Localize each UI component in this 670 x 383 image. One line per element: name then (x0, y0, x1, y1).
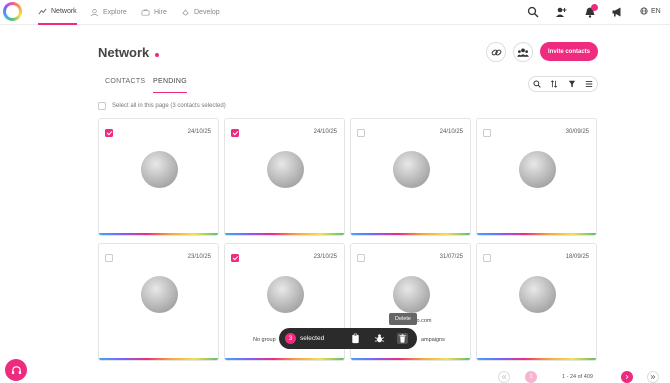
card-date: 23/10/25 (313, 254, 337, 260)
group-icon (517, 47, 529, 57)
chevron-right-icon (625, 374, 629, 380)
card-gradient-stripe (225, 358, 344, 360)
explore-icon (90, 8, 99, 17)
toolbar-search-button[interactable] (529, 76, 545, 92)
language-label: EN (651, 7, 661, 15)
card-gradient-stripe (477, 233, 596, 235)
avatar (141, 151, 178, 188)
top-navigation-bar: Network Explore Hire Develop EN (0, 0, 670, 25)
pagination-range: 1 - 24 of 409 (562, 374, 593, 380)
card-gradient-stripe (351, 233, 470, 235)
contact-card[interactable]: 30/09/25 (476, 118, 597, 236)
contact-card[interactable]: 23/10/25 (98, 243, 219, 361)
sort-icon (550, 80, 558, 88)
bug-icon[interactable] (374, 333, 385, 344)
nav-item-label: Network (51, 8, 77, 15)
double-chevron-right-icon (650, 374, 656, 380)
contact-card[interactable]: 24/10/25 (98, 118, 219, 236)
filter-icon (568, 80, 576, 88)
app-logo[interactable] (3, 2, 22, 21)
selected-label: selected (300, 335, 325, 342)
nav-item-hire[interactable]: Hire (141, 0, 167, 25)
nav-item-label: Hire (154, 9, 167, 16)
card-gradient-stripe (99, 358, 218, 360)
tab-pending[interactable]: PENDING (153, 78, 187, 93)
page-title: Network (98, 45, 150, 60)
card-gradient-stripe (225, 233, 344, 235)
megaphone-icon[interactable] (611, 6, 623, 18)
select-all-row[interactable]: Select all in this page (3 contacts sele… (98, 102, 226, 110)
list-icon (585, 81, 593, 87)
nav-item-label: Explore (103, 9, 127, 16)
add-user-icon[interactable] (555, 6, 567, 18)
card-date: 23/10/25 (187, 254, 211, 260)
contact-card[interactable]: 18/09/25 (476, 243, 597, 361)
headset-icon (11, 365, 21, 374)
select-all-checkbox[interactable] (98, 102, 106, 110)
clipboard-icon[interactable] (350, 333, 361, 344)
notification-dot (591, 4, 598, 11)
link-icon (491, 49, 501, 55)
card-gradient-stripe (351, 358, 470, 360)
card-checkbox[interactable] (483, 129, 491, 137)
card-campaign-label: ampaigns (421, 337, 445, 343)
nav-item-label: Develop (194, 9, 220, 16)
card-date: 24/10/25 (313, 129, 337, 135)
avatar (519, 151, 556, 188)
card-date: 24/10/25 (439, 129, 463, 135)
card-checkbox[interactable] (483, 254, 491, 262)
network-icon (38, 8, 47, 15)
tab-contacts[interactable]: CONTACTS (105, 78, 145, 93)
card-date: 18/09/25 (565, 254, 589, 260)
trash-icon[interactable] (397, 333, 408, 344)
card-checkbox[interactable] (231, 254, 239, 262)
avatar (267, 151, 304, 188)
card-checkbox[interactable] (231, 129, 239, 137)
card-date: 31/07/25 (439, 254, 463, 260)
contact-card[interactable]: 24/10/25 (224, 118, 345, 236)
card-gradient-stripe (477, 358, 596, 360)
last-page-button[interactable] (647, 371, 659, 383)
nav-item-develop[interactable]: Develop (181, 0, 220, 25)
first-page-button[interactable] (498, 371, 510, 383)
filter-button[interactable] (564, 76, 580, 92)
copy-link-button[interactable] (486, 42, 506, 62)
select-all-label: Select all in this page (3 contacts sele… (112, 103, 226, 109)
avatar (267, 276, 304, 313)
card-checkbox[interactable] (357, 129, 365, 137)
contact-card[interactable]: 24/10/25 (350, 118, 471, 236)
card-date: 30/09/25 (565, 129, 589, 135)
search-icon (533, 80, 541, 88)
current-page-button[interactable]: 1 (525, 371, 537, 383)
develop-icon (182, 9, 189, 16)
avatar (393, 151, 430, 188)
nav-item-network[interactable]: Network (38, 0, 77, 25)
avatar (519, 276, 556, 313)
list-view-button[interactable] (581, 76, 597, 92)
support-button[interactable] (5, 359, 27, 381)
invite-contacts-button[interactable]: Invite contacts (540, 42, 598, 61)
sort-button[interactable] (546, 76, 562, 92)
groups-button[interactable] (513, 42, 533, 62)
avatar (393, 276, 430, 313)
hire-icon (141, 9, 150, 16)
card-checkbox[interactable] (105, 254, 113, 262)
title-accent-dot (155, 53, 159, 57)
card-group-label: No group (253, 337, 276, 343)
search-icon[interactable] (527, 6, 539, 18)
card-checkbox[interactable] (357, 254, 365, 262)
selection-action-bar: 3 selected (279, 328, 417, 349)
selected-count-badge: 3 (285, 333, 296, 344)
card-date: 24/10/25 (187, 129, 211, 135)
language-selector[interactable]: EN (640, 7, 661, 15)
card-checkbox[interactable] (105, 129, 113, 137)
delete-tooltip: Delete (389, 313, 417, 325)
double-chevron-left-icon (501, 374, 507, 380)
avatar (141, 276, 178, 313)
next-page-button[interactable] (621, 371, 633, 383)
globe-icon (640, 7, 648, 15)
card-gradient-stripe (99, 233, 218, 235)
nav-item-explore[interactable]: Explore (90, 0, 127, 25)
